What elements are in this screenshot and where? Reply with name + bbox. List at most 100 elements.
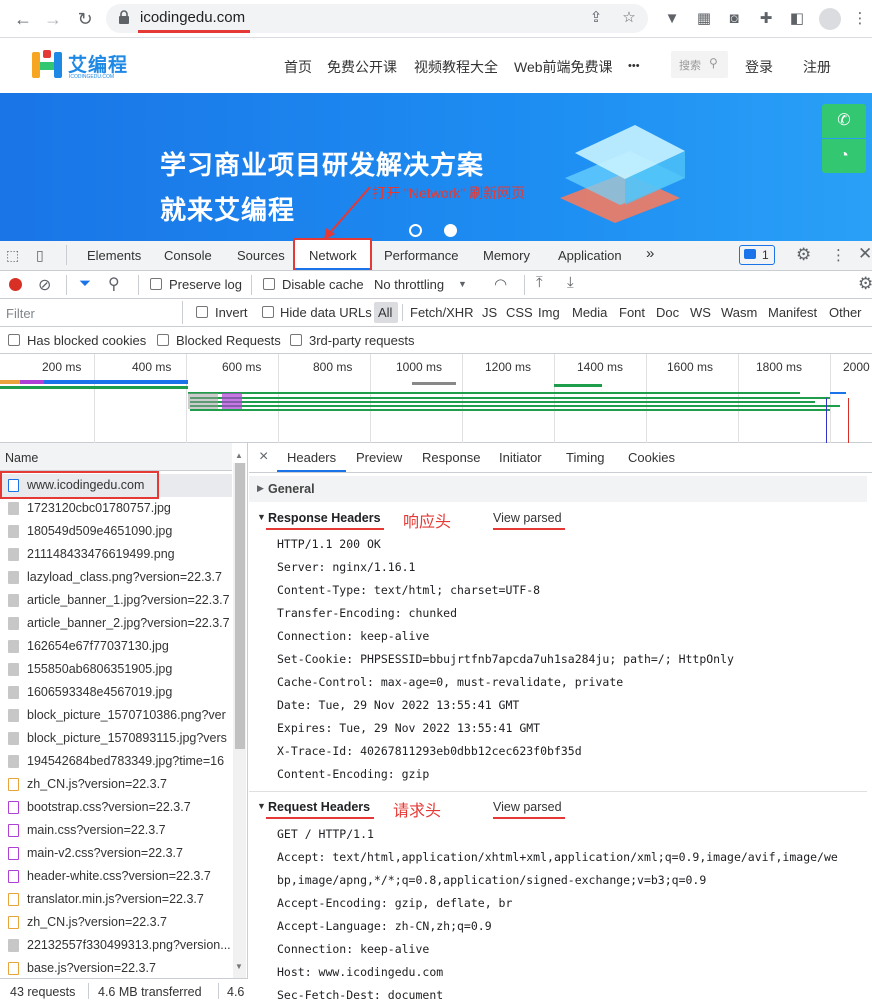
filter-type-css[interactable]: CSS [506,305,533,320]
tab-cookies[interactable]: Cookies [628,450,675,465]
request-row[interactable]: 1606593348e4567019.jpg [0,681,232,704]
invert-checkbox[interactable] [196,306,208,318]
nav-free-classes[interactable]: 免费公开课 [327,57,397,77]
record-icon[interactable] [9,278,22,291]
preserve-log-checkbox[interactable] [150,278,162,290]
tab-response[interactable]: Response [422,450,481,465]
import-har-icon[interactable]: ⤒ [536,274,543,291]
settings-gear-icon[interactable]: ⚙ [796,245,811,265]
filter-type-img[interactable]: Img [538,305,560,320]
camera-icon[interactable]: ◙ [724,9,744,29]
wechat-icon[interactable]: ◔ [822,139,866,173]
response-headers-section-header[interactable]: ▼ Response Headers 响应头 View parsed [249,505,867,531]
more-tabs-icon[interactable]: » [646,245,654,262]
close-detail-icon[interactable]: × [259,448,268,466]
blocked-requests-checkbox[interactable] [157,334,169,346]
request-list-header[interactable]: Name [0,443,232,471]
carousel-dot-active[interactable] [444,224,457,237]
filter-type-other[interactable]: Other [829,305,862,320]
register-link[interactable]: 注册 [803,57,831,77]
bookmark-star-icon[interactable]: ☆ [619,8,639,28]
url-text[interactable]: icodingedu.com [140,9,245,26]
request-row[interactable]: 211148433476619499.png [0,543,232,566]
tab-sources[interactable]: Sources [237,248,285,263]
close-devtools-icon[interactable]: ✕ [858,244,872,264]
carousel-dot[interactable] [409,224,422,237]
logo-text[interactable]: 艾编程 [68,50,128,77]
hero-banner[interactable]: 学习商业项目研发解决方案 就来艾编程 打开 "Network" 刷新网页 ✆ ◔ [0,93,872,241]
tab-memory[interactable]: Memory [483,248,530,263]
network-conditions-icon[interactable]: ◠ [494,275,507,293]
reload-icon[interactable]: ↻ [72,6,98,32]
request-row[interactable]: header-white.css?version=22.3.7 [0,865,232,888]
profile-avatar-icon[interactable] [819,8,841,30]
has-blocked-cookies-checkbox[interactable] [8,334,20,346]
scrollbar-thumb[interactable] [235,463,245,749]
tab-performance[interactable]: Performance [384,248,458,263]
tab-network[interactable]: Network [293,238,372,270]
hide-data-urls-checkbox[interactable] [262,306,274,318]
message-count-badge[interactable]: 1 [739,245,775,265]
filter-type-fetch-xhr[interactable]: Fetch/XHR [410,305,474,320]
request-row[interactable]: main-v2.css?version=22.3.7 [0,842,232,865]
devtools-menu-icon[interactable]: ⋮ [831,246,846,264]
inspect-element-icon[interactable]: ⬚ [6,247,19,264]
site-search-input[interactable]: 搜索 ⚲ [671,51,728,78]
filter-type-doc[interactable]: Doc [656,305,679,320]
scroll-up-icon[interactable]: ▲ [235,451,243,460]
filter-type-js[interactable]: JS [482,305,497,320]
request-row[interactable]: zh_CN.js?version=22.3.7 [0,911,232,934]
request-row[interactable]: main.css?version=22.3.7 [0,819,232,842]
share-icon[interactable]: ⇪ [586,8,606,28]
tab-timing[interactable]: Timing [566,450,605,465]
filter-type-manifest[interactable]: Manifest [768,305,817,320]
side-panel-icon[interactable]: ◧ [787,9,807,29]
tab-headers[interactable]: Headers [287,450,336,465]
request-row[interactable]: zh_CN.js?version=22.3.7 [0,773,232,796]
chevron-down-icon[interactable]: ▼ [458,279,467,289]
logo-icon[interactable] [30,48,64,82]
phone-icon[interactable]: ✆ [822,104,866,138]
search-icon[interactable]: ⚲ [709,56,718,70]
device-toolbar-icon[interactable]: ▯ [36,247,44,264]
nav-video-tutorials[interactable]: 视频教程大全 [414,57,498,77]
filter-type-wasm[interactable]: Wasm [721,305,757,320]
search-icon[interactable]: ⚲ [108,274,120,294]
throttling-select[interactable]: No throttling [374,277,444,292]
request-row[interactable]: block_picture_1570710386.png?ver [0,704,232,727]
request-row[interactable]: 155850ab6806351905.jpg [0,658,232,681]
request-headers-section-header[interactable]: ▼ Request Headers 请求头 View parsed [249,794,867,820]
request-row[interactable]: lazyload_class.png?version=22.3.7 [0,566,232,589]
filter-funnel-icon[interactable]: ⏷ [79,275,91,292]
back-icon[interactable]: ← [10,6,36,32]
view-parsed-link[interactable]: View parsed [493,800,562,814]
request-row[interactable]: block_picture_1570893115.jpg?vers [0,727,232,750]
request-row[interactable]: 162654e67f77037130.jpg [0,635,232,658]
tab-preview[interactable]: Preview [356,450,402,465]
request-row[interactable]: translator.min.js?version=22.3.7 [0,888,232,911]
disable-cache-checkbox[interactable] [263,278,275,290]
clear-icon[interactable]: ⊘ [38,275,51,295]
tab-console[interactable]: Console [164,248,212,263]
request-row[interactable]: 22132557f330499313.png?version... [0,934,232,957]
nav-web-frontend[interactable]: Web前端免费课 [514,57,613,77]
address-bar[interactable]: icodingedu.com ⇪ ☆ [106,4,648,33]
filter-type-font[interactable]: Font [619,305,645,320]
scroll-down-icon[interactable]: ▼ [235,962,243,971]
login-link[interactable]: 登录 [745,57,773,77]
request-row[interactable]: article_banner_2.jpg?version=22.3.7 [0,612,232,635]
network-overview-timeline[interactable]: 200 ms 400 ms 600 ms 800 ms 1000 ms 1200… [0,354,872,443]
request-row[interactable]: bootstrap.css?version=22.3.7 [0,796,232,819]
request-row[interactable]: article_banner_1.jpg?version=22.3.7 [0,589,232,612]
filter-type-media[interactable]: Media [572,305,607,320]
nav-more[interactable]: ••• [628,60,640,72]
menu-kebab-icon[interactable]: ⋮ [850,9,870,29]
request-row[interactable]: 194542684bed783349.jpg?time=16 [0,750,232,773]
tab-elements[interactable]: Elements [87,248,141,263]
filter-type-ws[interactable]: WS [690,305,711,320]
forward-icon[interactable]: → [40,6,66,32]
export-har-icon[interactable]: ⤓ [567,274,574,291]
network-settings-gear-icon[interactable]: ⚙ [858,274,872,294]
filter-input[interactable]: Filter [0,301,183,324]
extensions-puzzle-icon[interactable]: ✚ [756,9,776,29]
